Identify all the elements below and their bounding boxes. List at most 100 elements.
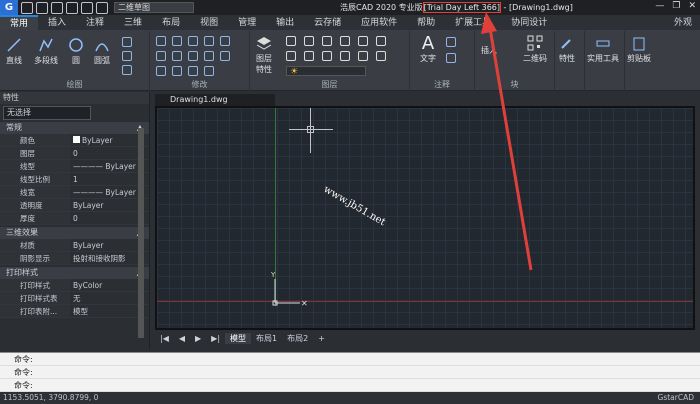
document-tab[interactable]: Drawing1.dwg	[155, 94, 275, 106]
prop-row[interactable]: 颜色 ByLayer	[0, 134, 149, 147]
tab-layout1[interactable]: 布局1	[251, 333, 282, 344]
mirror-icon[interactable]	[220, 36, 230, 46]
hatch-icon[interactable]	[122, 65, 132, 75]
prop-row[interactable]: 线型 ———— ByLayer	[0, 160, 149, 173]
layer-icon-12[interactable]	[376, 51, 386, 61]
print-icon[interactable]	[66, 1, 78, 14]
break-icon[interactable]	[204, 66, 214, 76]
extend-icon[interactable]	[172, 51, 182, 61]
tab-layout2[interactable]: 布局2	[282, 333, 313, 344]
open-file-icon[interactable]	[36, 1, 48, 14]
layout-nav-prev[interactable]: ◀	[174, 334, 190, 343]
text-tool[interactable]: A 文字	[420, 35, 436, 64]
layer-icon-4[interactable]	[340, 36, 350, 46]
command-input[interactable]: 命令:	[0, 379, 700, 392]
layer-icon-2[interactable]	[304, 36, 314, 46]
layer-dropdown[interactable]: ☀	[286, 66, 366, 77]
close-icon[interactable]: ✕	[688, 1, 696, 11]
tab-home[interactable]: 常用	[0, 15, 39, 30]
rectangle-icon[interactable]	[122, 51, 132, 61]
layout-nav-first[interactable]: |◀	[155, 334, 174, 343]
redo-icon[interactable]	[96, 1, 108, 14]
qr-code-tool[interactable]: 二维码	[523, 35, 547, 64]
circle-tool[interactable]: 圆	[68, 37, 84, 66]
stretch-icon[interactable]	[188, 36, 198, 46]
layer-icon-1[interactable]	[286, 36, 296, 46]
layer-properties-tool[interactable]: 图层 特性	[256, 35, 272, 75]
polyline-tool[interactable]: 多段线	[34, 37, 58, 66]
drawing-canvas[interactable]: Y ✕ www.jb51.net	[155, 106, 695, 330]
layer-icon-10[interactable]	[340, 51, 350, 61]
prop-row[interactable]: 阴影显示 投射和接收阴影	[0, 252, 149, 265]
tab-collaboration[interactable]: 协同设计	[501, 15, 557, 30]
layer-icon-3[interactable]	[322, 36, 332, 46]
layer-icon-5[interactable]	[358, 36, 368, 46]
appearance-menu[interactable]: 外观	[674, 15, 700, 30]
explode-icon[interactable]	[172, 66, 182, 76]
palette-scrollbar[interactable]	[138, 128, 144, 338]
prop-row[interactable]: 打印样式表无	[0, 292, 149, 305]
new-file-icon[interactable]	[21, 1, 33, 14]
prop-row[interactable]: 打印表附... 模型	[0, 305, 149, 318]
prop-row[interactable]: 厚度 0	[0, 212, 149, 225]
tab-insert[interactable]: 插入	[38, 15, 76, 30]
save-icon[interactable]	[51, 1, 63, 14]
prop-row[interactable]: 材质 ByLayer	[0, 239, 149, 252]
tab-layout[interactable]: 布局	[152, 15, 190, 30]
tab-cloud[interactable]: 云存储	[304, 15, 351, 30]
layer-icon-8[interactable]	[304, 51, 314, 61]
clipboard-tool[interactable]: 剪贴板	[627, 35, 651, 64]
ruler-icon	[596, 40, 610, 47]
insert-block-tool[interactable]: 插入	[481, 45, 497, 56]
section-3d-effects[interactable]: 三维效果▲	[0, 227, 149, 239]
layer-icon-7[interactable]	[286, 51, 296, 61]
offset-icon[interactable]	[156, 66, 166, 76]
tab-annotate[interactable]: 注释	[76, 15, 114, 30]
properties-tool[interactable]: 特性	[559, 35, 575, 64]
line-tool[interactable]: 直线	[6, 37, 22, 66]
section-plot-style[interactable]: 打印样式▲	[0, 267, 149, 279]
prop-row[interactable]: 图层 0	[0, 147, 149, 160]
lightbulb-icon: ☀	[290, 67, 299, 77]
tab-model[interactable]: 模型	[225, 332, 252, 344]
scale-icon[interactable]	[204, 51, 214, 61]
fillet-icon[interactable]	[188, 51, 198, 61]
add-layout-icon[interactable]: +	[313, 334, 330, 343]
prop-row[interactable]: 打印样式 ByColor	[0, 279, 149, 292]
tab-help[interactable]: 帮助	[407, 15, 445, 30]
arc-tool[interactable]: 圆弧	[94, 37, 110, 66]
leader-icon[interactable]	[446, 53, 456, 63]
tab-view[interactable]: 视图	[190, 15, 228, 30]
dimension-icon[interactable]	[446, 37, 456, 47]
tab-manage[interactable]: 管理	[228, 15, 266, 30]
array-icon[interactable]	[220, 51, 230, 61]
move-icon[interactable]	[156, 36, 166, 46]
utilities-tool[interactable]: 实用工具	[587, 35, 619, 64]
rotate-icon[interactable]	[204, 36, 214, 46]
section-general[interactable]: 常规▲	[0, 122, 149, 134]
tab-apps[interactable]: 应用软件	[351, 15, 407, 30]
prop-row[interactable]: 线宽 ———— ByLayer	[0, 186, 149, 199]
minimize-icon[interactable]: —	[655, 1, 664, 11]
maximize-icon[interactable]: ❐	[672, 1, 680, 11]
trial-notice: [Trial Day Left 366]	[422, 2, 502, 13]
tab-extensions[interactable]: 扩展工具	[445, 15, 501, 30]
modify-panel: 修改	[150, 31, 250, 91]
selection-dropdown[interactable]: 无选择	[3, 106, 91, 120]
layer-icon-9[interactable]	[322, 51, 332, 61]
tab-3d[interactable]: 三维	[114, 15, 152, 30]
trim-icon[interactable]	[156, 51, 166, 61]
workspace-select[interactable]: 二维草图	[114, 2, 194, 13]
spline-icon[interactable]	[122, 37, 132, 47]
copy-icon[interactable]	[172, 36, 182, 46]
prop-row[interactable]: 线型比例 1	[0, 173, 149, 186]
tab-output[interactable]: 输出	[266, 15, 304, 30]
layout-nav-next[interactable]: ▶	[190, 334, 206, 343]
app-logo[interactable]: G	[0, 0, 18, 15]
prop-row[interactable]: 透明度 ByLayer	[0, 199, 149, 212]
erase-icon[interactable]	[188, 66, 198, 76]
layer-icon-6[interactable]	[376, 36, 386, 46]
layer-icon-11[interactable]	[358, 51, 368, 61]
layout-nav-last[interactable]: ▶|	[206, 334, 225, 343]
undo-icon[interactable]	[81, 1, 93, 14]
